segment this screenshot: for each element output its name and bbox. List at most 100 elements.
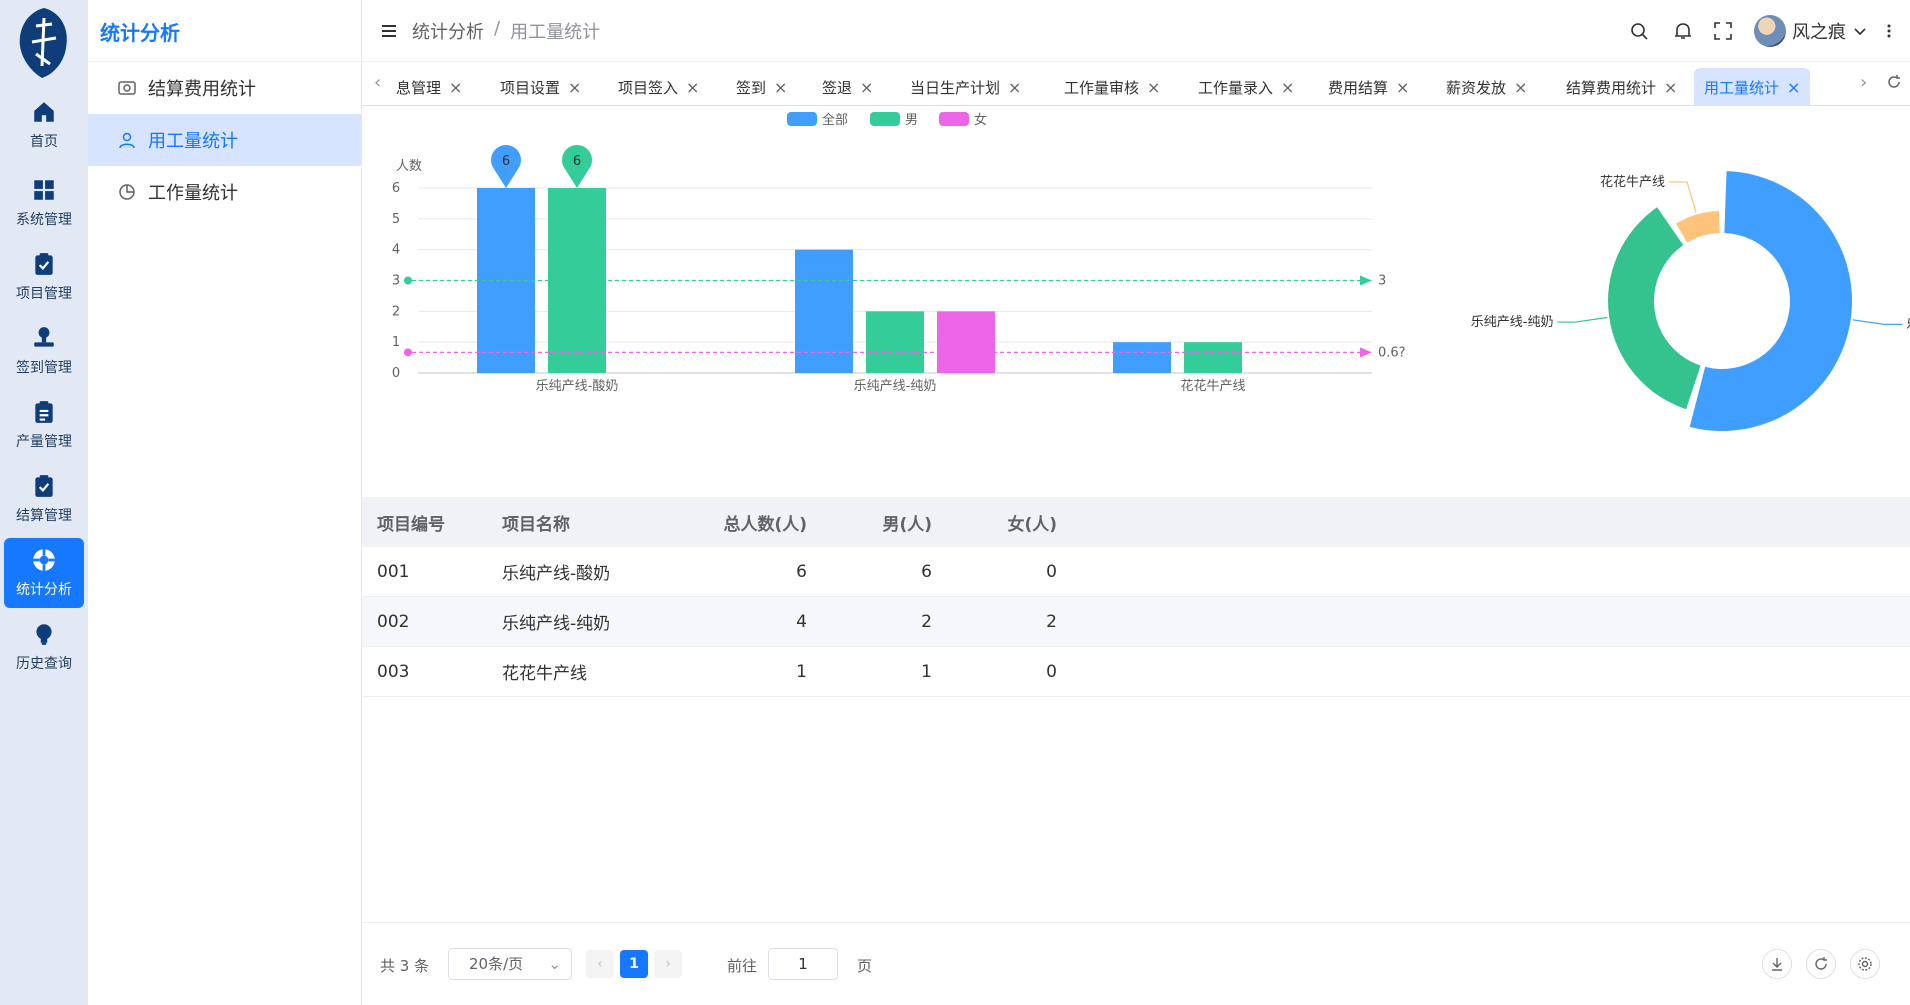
rail-item-label: 首页 (30, 134, 58, 150)
bar (1113, 342, 1171, 373)
tab-salary-payment[interactable]: 薪资发放 × (1436, 68, 1537, 106)
tab-project-settings[interactable]: 项目设置 × (490, 68, 591, 106)
legend-swatch (870, 112, 900, 126)
mean-line-arrow (1360, 347, 1372, 358)
rail-item-project[interactable]: 项目管理 (4, 242, 84, 312)
rail-item-history[interactable]: 历史查询 (4, 612, 84, 682)
cell: 花花牛产线 (502, 664, 587, 684)
y-tick-label: 5 (392, 212, 400, 227)
breadcrumb-item[interactable]: 统计分析 (412, 18, 484, 44)
rail-item-statistics[interactable]: 统计分析 (4, 538, 84, 608)
refresh-icon[interactable] (1886, 74, 1902, 90)
tab-sign-in[interactable]: 签到 × (726, 68, 797, 106)
tab-scroll-right-icon[interactable]: › (1860, 72, 1867, 93)
prev-page-button[interactable]: ‹ (586, 950, 614, 978)
cell: 1 (796, 661, 807, 682)
close-icon[interactable]: × (1396, 78, 1409, 97)
goto-page-input[interactable]: 1 (768, 948, 838, 980)
max-marker-label: 6 (502, 154, 510, 169)
tab-scroll-left-icon[interactable]: ‹ (374, 72, 381, 93)
bell-icon[interactable] (1672, 20, 1694, 42)
download-button[interactable] (1762, 949, 1792, 979)
user-icon (119, 132, 135, 149)
close-icon[interactable]: × (1008, 78, 1021, 97)
tab-info-manage[interactable]: 息管理 × (386, 68, 472, 106)
rail-item-label: 统计分析 (16, 582, 72, 598)
donut-chart: 乐纯产线-... 乐纯产线-纯奶 花花牛产线 (1471, 171, 1910, 431)
breadcrumb-current: 用工量统计 (510, 22, 601, 43)
close-icon[interactable]: × (1147, 78, 1160, 97)
clipboard-check-icon (35, 253, 53, 275)
next-page-button[interactable]: › (654, 950, 682, 978)
cell: 2 (921, 611, 932, 632)
tab-sign-out[interactable]: 签退 × (812, 68, 883, 106)
table-row[interactable]: 001 乐纯产线-酸奶 6 6 0 (362, 547, 1910, 597)
legend-label: 女 (974, 112, 987, 128)
rail-item-settlement[interactable]: 结算管理 (4, 464, 84, 534)
tab-daily-plan[interactable]: 当日生产计划 × (900, 68, 1031, 106)
chevron-down-icon[interactable] (1852, 20, 1868, 42)
submenu-item-settlement-cost[interactable]: 结算费用统计 (88, 62, 361, 114)
reload-button[interactable] (1806, 949, 1836, 979)
submenu-item-workload[interactable]: 工作量统计 (88, 166, 361, 218)
tab-workload-entry[interactable]: 工作量录入 × (1188, 68, 1304, 106)
table-row[interactable]: 002 乐纯产线-纯奶 4 2 2 (362, 597, 1910, 647)
col-header: 女(人) (1007, 514, 1057, 535)
mean-line-label: 0.6? (1378, 345, 1406, 360)
cell: 乐纯产线-纯奶 (502, 614, 611, 634)
close-icon[interactable]: × (449, 78, 462, 97)
close-icon[interactable]: × (1281, 78, 1294, 97)
page-unit-label: 页 (857, 957, 873, 975)
tab-label: 工作量录入 (1198, 78, 1274, 97)
table-row[interactable]: 003 花花牛产线 1 1 0 (362, 647, 1910, 697)
submenu-item-label: 结算费用统计 (148, 79, 256, 100)
close-icon[interactable]: × (1664, 78, 1677, 97)
submenu-item-labor[interactable]: 用工量统计 (88, 114, 361, 166)
close-icon[interactable]: × (1514, 78, 1527, 97)
page-number-button[interactable]: 1 (620, 950, 648, 978)
col-header: 男(人) (882, 514, 932, 535)
clipboard-check-icon (35, 475, 53, 497)
close-icon[interactable]: × (568, 78, 581, 97)
rail-item-home[interactable]: 首页 (4, 90, 84, 160)
tab-label: 结算费用统计 (1566, 78, 1657, 97)
col-header: 项目名称 (502, 514, 570, 535)
settings-button[interactable] (1850, 949, 1880, 979)
submenu-item-label: 工作量统计 (148, 183, 238, 204)
rail-item-label: 项目管理 (16, 286, 72, 302)
page-size-select[interactable]: 20条/页 ⌄ (448, 948, 572, 980)
submenu-item-label: 用工量统计 (148, 131, 238, 152)
search-icon[interactable] (1628, 20, 1650, 42)
fullscreen-icon[interactable] (1712, 20, 1734, 42)
cell: 乐纯产线-酸奶 (502, 564, 611, 584)
menu-toggle-icon[interactable] (380, 22, 398, 40)
y-tick-label: 6 (392, 181, 400, 196)
rail-item-checkin[interactable]: 签到管理 (4, 316, 84, 386)
tab-label: 当日生产计划 (910, 78, 1001, 97)
tab-workload-review[interactable]: 工作量审核 × (1054, 68, 1170, 106)
cell: 4 (796, 611, 807, 632)
donut-label-line (1557, 316, 1608, 323)
donut-label: 乐纯产线-... (1906, 317, 1910, 332)
bar (1184, 342, 1242, 373)
rail-item-system[interactable]: 系统管理 (4, 168, 84, 238)
donut-slice (1676, 211, 1720, 243)
bar (795, 249, 853, 373)
username[interactable]: 风之痕 (1792, 18, 1846, 44)
tab-labor-stats[interactable]: 用工量统计 × (1694, 68, 1811, 106)
close-icon[interactable]: × (774, 78, 787, 97)
charts-panel: 全部男女人数 0 1 2 3 4 5 6 乐纯产线-酸奶 乐纯产线-纯奶 花花牛产线 6 6 3 0.6? … (362, 106, 1910, 497)
donut-label-line (1669, 181, 1697, 213)
tab-cost-settlement[interactable]: 费用结算 × (1318, 68, 1419, 106)
close-icon[interactable]: × (686, 78, 699, 97)
cell: 002 (377, 611, 410, 632)
close-icon[interactable]: × (1787, 78, 1800, 97)
close-icon[interactable]: × (860, 78, 873, 97)
rail-item-output[interactable]: 产量管理 (4, 390, 84, 460)
tab-project-checkin[interactable]: 项目签入 × (608, 68, 709, 106)
tab-settlement-cost-stats[interactable]: 结算费用统计 × (1556, 68, 1687, 106)
lifebuoy-icon (33, 549, 55, 571)
avatar[interactable] (1754, 15, 1786, 47)
receipt-icon (118, 81, 136, 95)
more-vertical-icon[interactable] (1884, 20, 1894, 42)
